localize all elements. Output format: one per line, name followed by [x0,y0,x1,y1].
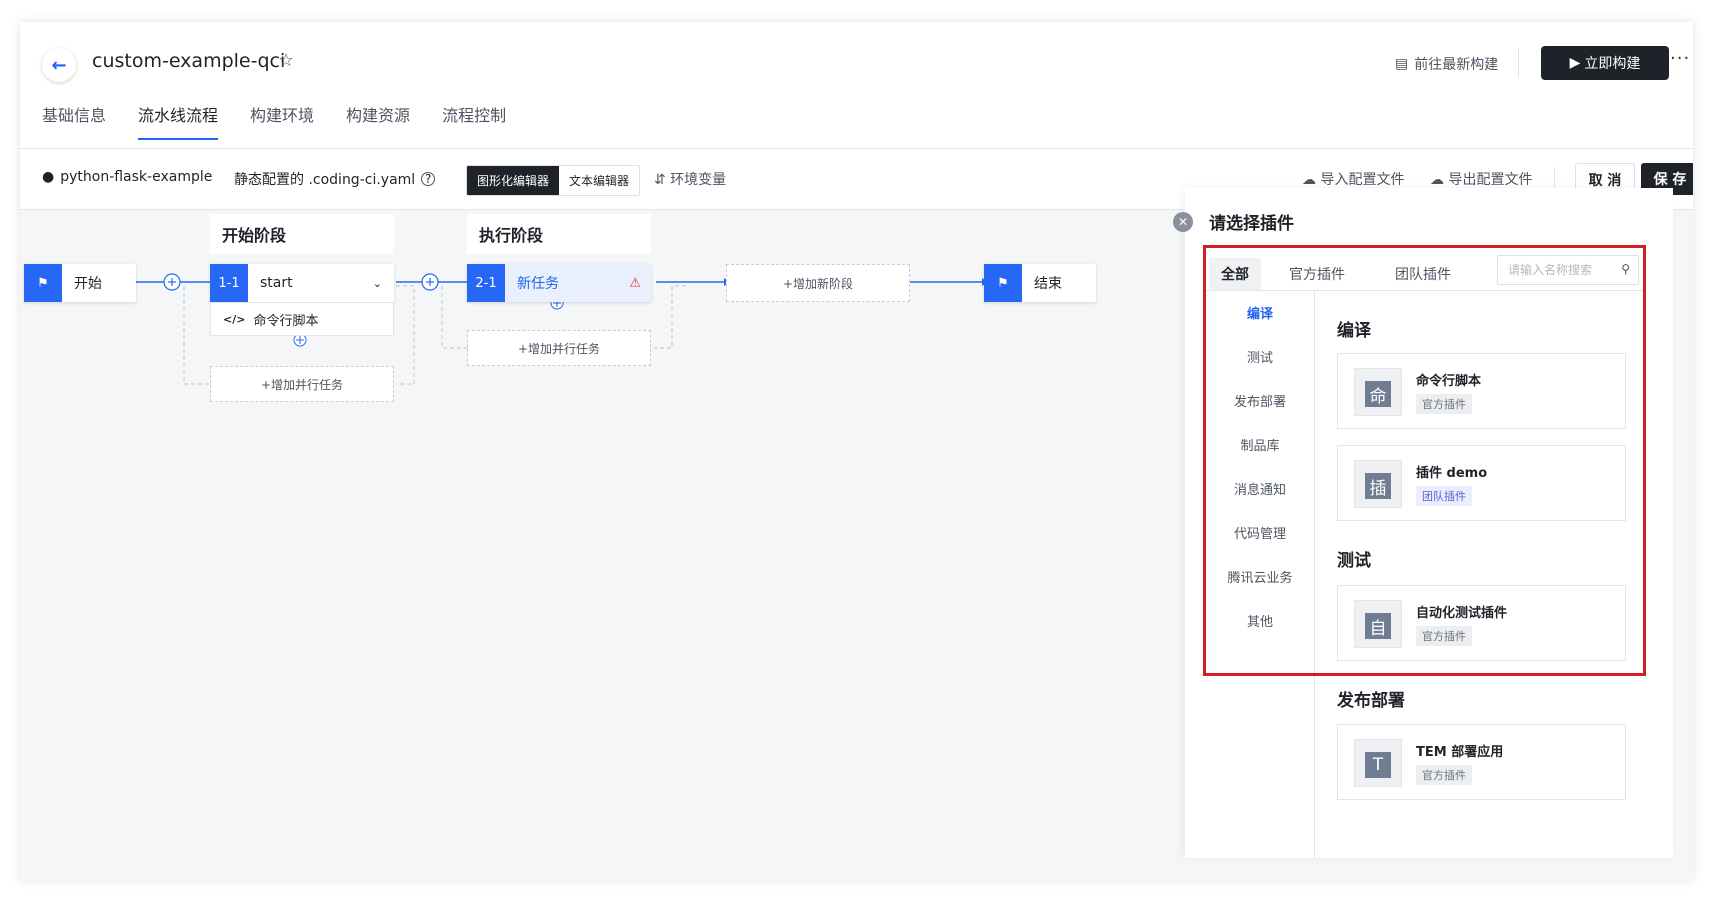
highlight-box [1203,245,1646,676]
chevron-down-icon[interactable]: ⌄ [373,277,382,290]
repo-info: ● python-flask-example [42,169,212,185]
repo-icon: ● [42,169,55,185]
flag-icon: ⚑ [24,264,62,302]
latest-build-link[interactable]: ▤ 前往最新构建 [1395,54,1498,74]
task-cli-script[interactable]: </> 命令行脚本 [210,302,394,336]
end-node[interactable]: ⚑ 结束 [984,264,1096,302]
warning-icon: ⚠ [629,275,641,291]
job-name: 新任务 [517,276,559,292]
tab-build-env[interactable]: 构建环境 [250,102,314,140]
config-source: 静态配置的 .coding-ci.yaml ? [234,169,436,189]
task-name: 命令行脚本 [253,313,319,329]
tab-pipeline-flow[interactable]: 流水线流程 [138,102,219,140]
arrow-left-icon: ← [51,54,67,76]
star-icon[interactable]: ☆ [278,50,294,71]
latest-build-label: 前往最新构建 [1414,57,1499,73]
plugin-card[interactable]: T TEM 部署应用 官方插件 [1337,724,1626,800]
job-badge: 2-1 [467,264,505,302]
page-header: ← custom-example-qci ☆ ▤ 前往最新构建 ▶ 立即构建 ·… [20,22,1693,149]
job-start[interactable]: 1-1 start ⌄ [210,264,394,302]
end-label: 结束 [1034,276,1062,292]
editor-mode-switch: 图形化编辑器 文本编辑器 [466,165,641,196]
sliders-icon: ⇵ [654,172,666,188]
project-title: custom-example-qci [92,50,286,72]
import-config-button[interactable]: ☁ 导入配置文件 [1302,169,1404,189]
pipeline-connectors [136,273,988,385]
section-title-deploy: 发布部署 [1337,691,1405,711]
tab-flow-control[interactable]: 流程控制 [442,102,506,140]
plugin-icon: T [1354,739,1402,787]
export-config-label: 导出配置文件 [1448,172,1533,188]
job-name: start [260,275,293,291]
export-config-button[interactable]: ☁ 导出配置文件 [1430,169,1532,189]
plugin-name: TEM 部署应用 [1416,745,1504,760]
text-editor-tab[interactable]: 文本编辑器 [559,166,640,195]
run-build-label: 立即构建 [1584,56,1641,72]
graphic-editor-tab[interactable]: 图形化编辑器 [467,166,560,195]
start-label: 开始 [74,276,102,292]
cloud-download-icon: ☁ [1430,172,1444,188]
env-var-button[interactable]: ⇵ 环境变量 [654,169,726,189]
job-badge: 1-1 [210,264,248,302]
config-source-label: 静态配置的 .coding-ci.yaml [234,172,416,188]
document-icon: ▤ [1395,56,1409,72]
repo-name: python-flask-example [60,169,213,185]
flag-icon: ⚑ [984,264,1022,302]
job-new-task[interactable]: 2-1 新任务 ⚠ [467,264,651,302]
start-node[interactable]: ⚑ 开始 [24,264,136,302]
run-build-button[interactable]: ▶ 立即构建 [1541,46,1669,80]
stage1-title: 开始阶段 [210,214,394,254]
pipeline-canvas: 开始阶段 执行阶段 ⚑ 开始 1-1 start ⌄ </> 命令行脚本 +增加… [20,210,1225,880]
help-icon[interactable]: ? [421,172,436,186]
tab-build-resource[interactable]: 构建资源 [346,102,410,140]
more-icon[interactable]: ··· [1670,48,1690,69]
cloud-upload-icon: ☁ [1302,172,1316,188]
code-icon: </> [223,312,246,326]
divider [1518,48,1519,78]
stage2-title: 执行阶段 [467,214,651,254]
add-parallel-task-button[interactable]: +增加并行任务 [210,366,394,402]
env-var-label: 环境变量 [670,172,727,188]
add-parallel-task-button[interactable]: +增加并行任务 [467,330,651,366]
close-icon[interactable]: ✕ [1173,212,1193,232]
main-tabs: 基础信息 流水线流程 构建环境 构建资源 流程控制 [42,102,506,140]
tab-basic-info[interactable]: 基础信息 [42,102,106,140]
play-icon: ▶ [1569,55,1581,71]
plugin-panel-title: 请选择插件 [1209,214,1294,234]
add-stage-button[interactable]: +增加新阶段 [726,264,910,302]
plugin-tag: 官方插件 [1416,765,1472,785]
back-button[interactable]: ← [42,48,76,82]
import-config-label: 导入配置文件 [1320,172,1405,188]
plugin-glyph: T [1365,752,1391,778]
